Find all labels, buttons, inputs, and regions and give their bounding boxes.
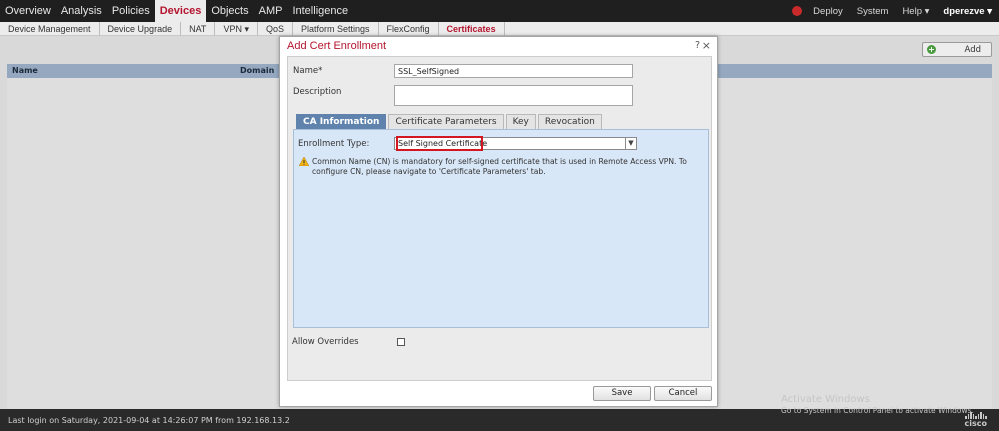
nav-policies[interactable]: Policies xyxy=(107,0,155,22)
top-nav: Overview Analysis Policies Devices Objec… xyxy=(0,0,999,22)
ca-information-panel: Enrollment Type: Self Signed Certificate… xyxy=(293,129,709,328)
alert-icon[interactable] xyxy=(792,6,803,16)
help-menu[interactable]: Help ▾ xyxy=(895,6,936,17)
tab-revocation[interactable]: Revocation xyxy=(537,114,602,129)
nav-analysis[interactable]: Analysis xyxy=(56,0,107,22)
dialog-titlebar: Add Cert Enrollment ? × xyxy=(280,37,717,55)
description-input[interactable] xyxy=(394,85,633,106)
subnav-device-management[interactable]: Device Management xyxy=(0,21,100,36)
subnav-certificates[interactable]: Certificates xyxy=(439,21,505,36)
sub-nav: Device Management Device Upgrade NAT VPN… xyxy=(0,21,999,36)
name-label: Name* xyxy=(293,66,323,76)
last-login-text: Last login on Saturday, 2021-09-04 at 14… xyxy=(8,416,290,425)
subnav-flexconfig[interactable]: FlexConfig xyxy=(379,21,439,36)
cn-warning-text: Common Name (CN) is mandatory for self-s… xyxy=(312,157,687,176)
subnav-device-upgrade[interactable]: Device Upgrade xyxy=(100,21,182,36)
watermark-subtitle: Go to System in Control Panel to activat… xyxy=(781,406,974,415)
column-name[interactable]: Name xyxy=(12,66,38,75)
nav-devices[interactable]: Devices xyxy=(154,0,207,22)
plus-icon: + xyxy=(927,45,936,54)
activation-watermark: Activate Windows Go to System in Control… xyxy=(781,394,974,415)
save-button[interactable]: Save xyxy=(593,386,651,401)
deploy-link[interactable]: Deploy xyxy=(806,6,850,17)
add-button-label: Add xyxy=(964,45,981,55)
add-button[interactable]: + Add xyxy=(922,42,992,57)
help-icon[interactable]: ? xyxy=(695,40,700,51)
tab-ca-information[interactable]: CA Information xyxy=(296,114,387,129)
name-input[interactable] xyxy=(394,64,633,78)
enrollment-type-label: Enrollment Type: xyxy=(298,139,370,149)
system-link[interactable]: System xyxy=(850,6,896,17)
column-domain[interactable]: Domain xyxy=(240,66,274,75)
add-cert-enrollment-dialog: Add Cert Enrollment ? × Name* Descriptio… xyxy=(279,36,718,407)
subnav-platform-settings[interactable]: Platform Settings xyxy=(293,21,379,36)
dialog-title: Add Cert Enrollment xyxy=(287,40,387,52)
close-icon[interactable]: × xyxy=(702,39,711,52)
cisco-wordmark: cisco xyxy=(964,419,987,428)
nav-intelligence[interactable]: Intelligence xyxy=(287,0,353,22)
nav-objects[interactable]: Objects xyxy=(206,0,253,22)
tab-bar: CA Information Certificate Parameters Ke… xyxy=(296,114,602,129)
chevron-down-icon[interactable]: ▼ xyxy=(625,138,636,149)
subnav-vpn[interactable]: VPN ▾ xyxy=(215,21,258,36)
allow-overrides-label: Allow Overrides xyxy=(292,337,359,347)
nav-amp[interactable]: AMP xyxy=(254,0,288,22)
nav-overview[interactable]: Overview xyxy=(0,0,56,22)
dialog-body: Name* Description CA Information Certifi… xyxy=(287,56,712,381)
subnav-qos[interactable]: QoS xyxy=(258,21,293,36)
allow-overrides-checkbox[interactable] xyxy=(397,338,405,346)
tab-certificate-parameters[interactable]: Certificate Parameters xyxy=(388,114,504,129)
watermark-title: Activate Windows xyxy=(781,394,870,405)
cancel-button[interactable]: Cancel xyxy=(654,386,712,401)
tab-key[interactable]: Key xyxy=(505,114,536,129)
user-menu[interactable]: dperezve ▾ xyxy=(936,6,999,17)
description-label: Description xyxy=(293,87,342,97)
top-nav-right: Deploy System Help ▾ dperezve ▾ xyxy=(792,0,999,22)
subnav-nat[interactable]: NAT xyxy=(181,21,216,36)
warning-icon xyxy=(299,157,309,166)
highlight-box xyxy=(396,136,483,151)
